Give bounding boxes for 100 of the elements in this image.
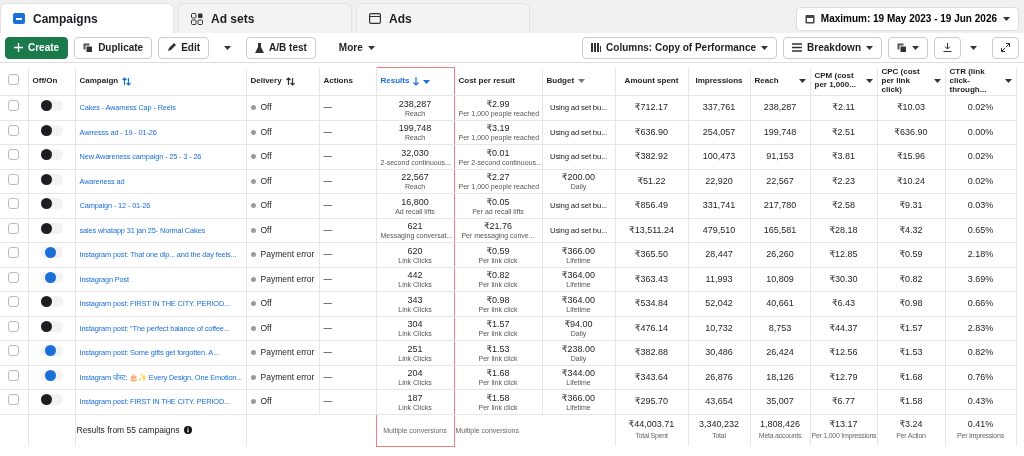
column-header[interactable]: Actions: [323, 76, 372, 86]
table-cell-text: 0.02%: [966, 175, 995, 187]
row-checkbox[interactable]: [8, 394, 20, 406]
result-value: 343: [406, 294, 424, 306]
table-cell: —: [323, 371, 332, 382]
row-checkbox[interactable]: [8, 198, 20, 210]
delivery-status: Off: [250, 151, 272, 162]
table-cell-text: ₹12.85: [828, 249, 859, 261]
column-header[interactable]: Reach: [754, 76, 806, 86]
column-header[interactable]: CPM (cost per 1,000...: [814, 72, 873, 91]
info-icon: [183, 426, 192, 435]
column-header[interactable]: Off/On: [32, 76, 71, 86]
table-cell-text: 479,510: [701, 224, 737, 236]
select-all-checkbox[interactable]: [8, 73, 20, 85]
table-cell: —: [323, 151, 332, 162]
table-cell-text: 43,654: [704, 396, 734, 408]
caret-icon: [761, 45, 769, 50]
breakdown-button[interactable]: Breakdown: [783, 36, 882, 59]
row-checkbox[interactable]: [8, 296, 20, 308]
tab[interactable]: Ad sets: [178, 3, 352, 33]
table-cell: —: [323, 200, 332, 211]
tab[interactable]: Ads: [356, 3, 530, 33]
toggle-switch[interactable]: [40, 296, 63, 308]
table-cell-text: 0.65%: [966, 224, 995, 236]
toggle-switch[interactable]: [40, 320, 63, 332]
delivery-status: Payment error: [250, 371, 315, 382]
table-cell-text: ₹1.53: [898, 347, 924, 359]
toggle-switch[interactable]: [40, 345, 63, 357]
flask-icon: [255, 42, 265, 53]
toggle-switch[interactable]: [40, 149, 63, 161]
row-checkbox[interactable]: [8, 173, 20, 185]
export-button[interactable]: [934, 36, 961, 59]
table-cell-text: 0.76%: [966, 371, 995, 383]
row-checkbox[interactable]: [8, 124, 20, 136]
row-checkbox[interactable]: [8, 149, 20, 161]
cost-value: ₹0.98: [485, 294, 511, 306]
toggle-switch[interactable]: [40, 369, 63, 381]
budget-value: ₹366.00: [560, 245, 597, 257]
cost-value: ₹1.68: [485, 368, 511, 380]
table-cell-text: 8,753: [767, 322, 793, 334]
table-cell-text: 331,741: [701, 200, 737, 212]
column-header[interactable]: CTR (link click-through...: [949, 68, 1012, 95]
table-cell-text: 337,761: [701, 102, 737, 114]
delivery-status: Off: [250, 126, 272, 137]
column-header[interactable]: Amount spent: [619, 76, 684, 86]
row-checkbox[interactable]: [8, 247, 20, 259]
result-value: 238,287: [397, 98, 433, 110]
delivery-status: Off: [250, 298, 272, 309]
toggle-switch[interactable]: [40, 247, 63, 259]
table-cell-text: 0.03%: [966, 200, 995, 212]
column-header[interactable]: Impressions: [692, 76, 746, 86]
cost-value: ₹1.57: [485, 319, 511, 331]
row-checkbox[interactable]: [8, 345, 20, 357]
table-cell-text: ₹382.88: [633, 347, 670, 359]
edit-button[interactable]: Edit: [158, 36, 210, 59]
toggle-switch[interactable]: [40, 173, 63, 185]
budget-value: ₹200.00: [560, 172, 597, 184]
column-header[interactable]: Campaign: [79, 76, 242, 86]
results-summary: Results from 55 campaigns: [76, 423, 180, 437]
table-cell-text: ₹4.32: [898, 224, 924, 236]
columns-button[interactable]: Columns: Copy of Performance: [582, 36, 778, 59]
reports-button[interactable]: [888, 36, 928, 59]
duplicate-button[interactable]: Duplicate: [74, 36, 153, 59]
table-cell-text: 26,876: [704, 371, 734, 383]
row-checkbox[interactable]: [8, 271, 20, 283]
row-checkbox[interactable]: [8, 320, 20, 332]
table-cell-text: ₹295.70: [633, 396, 670, 408]
table-cell-text: ₹856.49: [633, 200, 670, 212]
table-cell-text: ₹0.82: [898, 273, 924, 285]
table-cell-text: ₹9.31: [898, 200, 924, 212]
row-checkbox[interactable]: [8, 100, 20, 112]
ab-test-button[interactable]: A/B test: [246, 36, 316, 59]
column-header[interactable]: Delivery: [250, 76, 315, 86]
cost-value: ₹1.58: [485, 392, 511, 404]
table-cell: —: [323, 273, 332, 284]
row-checkbox[interactable]: [8, 222, 20, 234]
column-header[interactable]: Budget: [546, 76, 611, 86]
toggle-switch[interactable]: [40, 222, 63, 234]
date-range-button[interactable]: Maximum: 19 May 2023 - 19 Jun 2026: [795, 6, 1019, 31]
caret-icon: [912, 45, 919, 50]
expand-button[interactable]: [992, 36, 1019, 59]
column-header[interactable]: CPC (cost per link click): [881, 68, 941, 95]
create-button[interactable]: Create: [5, 36, 69, 59]
table-cell-text: 100,473: [701, 151, 737, 163]
table-cell-text: ₹712.17: [633, 102, 670, 114]
row-checkbox[interactable]: [8, 369, 20, 381]
table-cell-text: 18,126: [765, 371, 795, 383]
table-cell-text: ₹636.90: [893, 126, 929, 138]
toggle-switch[interactable]: [40, 198, 63, 210]
toggle-switch[interactable]: [40, 271, 63, 283]
toggle-switch[interactable]: [40, 394, 63, 406]
toggle-switch[interactable]: [40, 124, 63, 136]
sort-icon: [285, 76, 295, 86]
table-cell-text: ₹1.57: [898, 322, 924, 334]
toggle-switch[interactable]: [40, 100, 63, 112]
result-value: 199,748: [397, 123, 433, 135]
column-header[interactable]: Cost per result: [458, 76, 538, 86]
result-value: 204: [406, 368, 424, 380]
tab[interactable]: Campaigns: [0, 3, 174, 33]
caret-icon: [367, 45, 375, 50]
